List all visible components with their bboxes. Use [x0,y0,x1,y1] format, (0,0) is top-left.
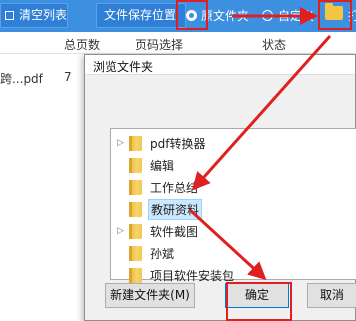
tree-item-label: 项目软件安装包 [150,268,235,283]
expand-arrow-icon[interactable]: ▷ [117,138,129,148]
tree-item-pdf-converter[interactable]: ▷ pdf转换器 [111,132,356,154]
folder-icon [129,267,142,283]
tree-item-screenshots[interactable]: ▷ 软件截图 [111,220,356,242]
original-folder-label: 原文件夹 [201,9,250,23]
folder-icon [129,135,142,151]
tree-item-sunbin[interactable]: 孙斌 [111,242,356,264]
custom-label: 自定义 [278,9,315,23]
header-status: 状态 [262,38,287,52]
dialog-title: 浏览文件夹 [93,60,154,74]
tree-item-label: 教研资料 [148,198,203,220]
annotation-box-ok [226,282,292,321]
table-row-pages: 7 [64,70,72,84]
clear-list-label: 清空列表 [19,8,68,22]
tree-item-label: pdf转换器 [150,136,206,151]
tree-item-label: 编辑 [150,158,175,173]
header-pages: 总页数 [64,38,101,52]
tree-item-label: 孙斌 [150,246,175,261]
folder-icon [129,179,142,195]
folder-icon [129,157,142,173]
custom-radio[interactable] [262,10,273,21]
dialog-titlebar: 浏览文件夹 [85,55,355,75]
save-location-label: 文件保存位置 [104,8,177,22]
tree-item-edit[interactable]: 编辑 [111,154,356,176]
tree-item-label: 工作总结 [150,180,199,195]
tree-item-label: 软件截图 [150,224,199,239]
folder-icon [129,223,142,239]
tree-item-work-summary[interactable]: 工作总结 [111,176,356,198]
browse-folder-dialog: 浏览文件夹 ▷ pdf转换器 编辑 工作总结 教研资料 ▷ 软件截图 孙斌 项目… [84,54,356,321]
expand-arrow-icon[interactable]: ▷ [117,226,129,236]
clear-list-button[interactable]: 清空列表 [0,3,68,28]
annotation-box-folder [318,0,352,30]
new-folder-button[interactable]: 新建文件夹(M) [105,283,195,308]
annotation-box-radio [176,0,208,30]
table-row-filename[interactable]: 跨...pdf [0,70,43,87]
tree-item-teaching-materials[interactable]: 教研资料 [111,198,356,220]
folder-icon [129,245,142,261]
clear-list-icon [5,11,14,20]
table-header: 总页数 页码选择 状态 [0,32,356,54]
cancel-button[interactable]: 取消 [307,283,356,308]
header-page-select: 页码选择 [135,38,184,52]
folder-tree[interactable]: ▷ pdf转换器 编辑 工作总结 教研资料 ▷ 软件截图 孙斌 项目软件安装包 [110,128,356,283]
folder-icon [129,201,142,217]
save-location-button[interactable]: 文件保存位置 [96,3,186,28]
